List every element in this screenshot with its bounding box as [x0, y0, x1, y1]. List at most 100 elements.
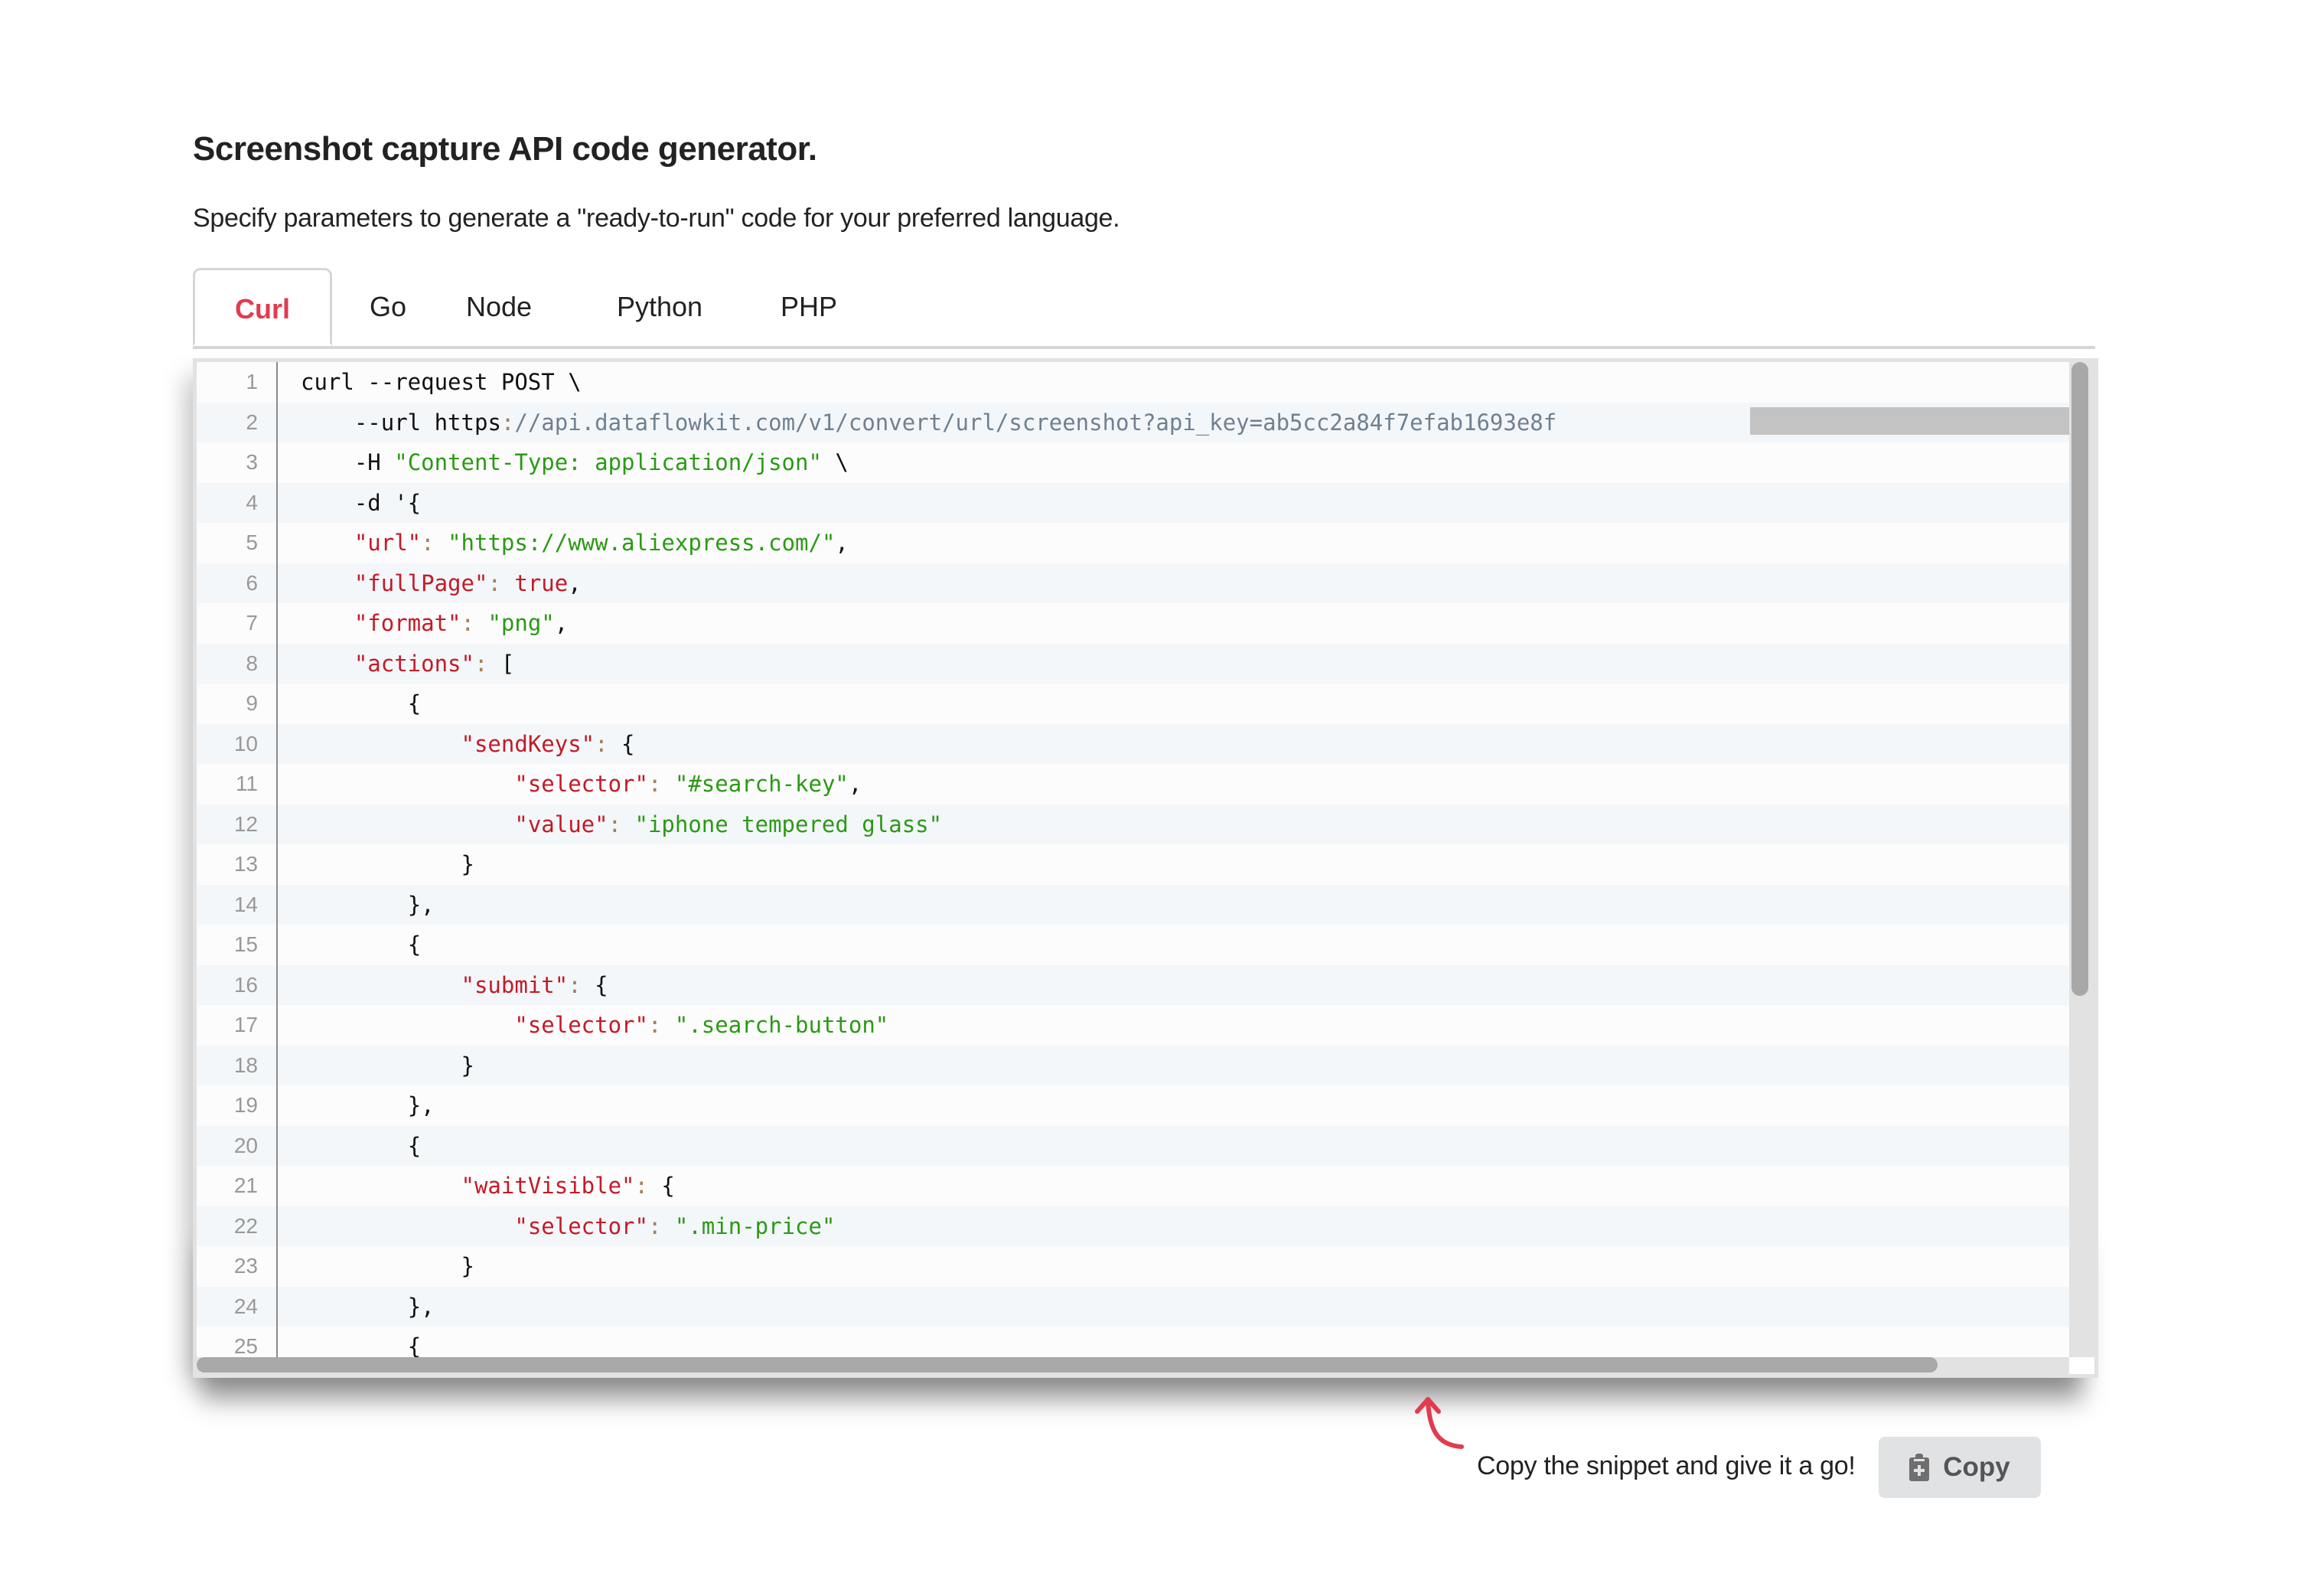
- code-token: "png": [487, 610, 555, 636]
- code-line: 22 "selector": ".min-price": [197, 1206, 2069, 1247]
- code-line: 4 -d '{: [197, 482, 2069, 524]
- code-text: "fullPage": true,: [301, 563, 582, 604]
- code-line: 8 "actions": [: [197, 643, 2069, 684]
- code-text: },: [301, 1085, 435, 1126]
- code-token: "Content-Type: application/json": [394, 449, 822, 475]
- code-token: {: [407, 1333, 422, 1359]
- scrollbar-corner: [2069, 1357, 2094, 1374]
- code-text: curl --request POST \: [301, 362, 582, 403]
- tab-python[interactable]: Python: [591, 268, 728, 346]
- code-token: "fullPage": [354, 570, 488, 596]
- code-line: 20 {: [197, 1125, 2069, 1167]
- code-token: {: [407, 690, 422, 716]
- line-number: 21: [233, 1173, 258, 1197]
- code-text: }: [301, 1246, 474, 1287]
- line-number: 20: [233, 1133, 258, 1157]
- line-number: 13: [233, 852, 258, 876]
- code-text: -d '{: [301, 483, 421, 524]
- code-token: :: [647, 1012, 675, 1038]
- code-token: "iphone tempered glass": [634, 811, 943, 837]
- tab-php[interactable]: PHP: [759, 268, 859, 346]
- line-number: 10: [233, 731, 258, 756]
- code-token: "url": [354, 530, 422, 556]
- tab-go[interactable]: Go: [338, 268, 438, 346]
- line-number: 7: [246, 611, 258, 635]
- code-line: 11 "selector": "#search-key",: [197, 764, 2069, 805]
- copy-button-label: Copy: [1943, 1452, 2010, 1482]
- code-text: "waitVisible": {: [301, 1166, 675, 1206]
- code-token: "selector": [514, 771, 648, 797]
- code-text: -H "Content-Type: application/json" \: [301, 442, 849, 483]
- horizontal-scrollbar-thumb[interactable]: [197, 1357, 1938, 1372]
- code-token: :: [608, 811, 635, 837]
- code-token: },: [407, 1092, 435, 1118]
- code-token: :: [421, 530, 448, 556]
- line-number: 16: [233, 972, 258, 997]
- line-number: 17: [233, 1013, 258, 1036]
- code-token: "selector": [514, 1213, 648, 1239]
- code-line: 15 {: [197, 925, 2069, 965]
- vertical-scrollbar-thumb[interactable]: [2071, 362, 2088, 996]
- code-line: 12 "value": "iphone tempered glass": [197, 804, 2069, 844]
- code-text: "url": "https://www.aliexpress.com/",: [301, 523, 849, 563]
- code-token: //api.dataflowkit.com/v1/convert/url/scr…: [514, 409, 1557, 436]
- code-text: "format": "png",: [301, 603, 568, 644]
- code-token: ,: [554, 610, 569, 636]
- code-token: curl --request POST \: [301, 369, 582, 395]
- code-token: {: [407, 1132, 422, 1159]
- code-text: {: [301, 1126, 421, 1167]
- line-number: 6: [246, 570, 258, 595]
- code-token: :: [461, 610, 488, 636]
- code-token: ,: [835, 530, 849, 556]
- line-number: 3: [246, 450, 258, 474]
- line-number: 22: [233, 1213, 258, 1238]
- code-line: 14 },: [197, 884, 2069, 925]
- tab-node[interactable]: Node: [438, 268, 560, 346]
- code-text: {: [301, 684, 421, 724]
- line-number: 9: [246, 691, 258, 715]
- code-token: "#search-key": [674, 771, 849, 797]
- code-line: 2 --url https://api.dataflowkit.com/v1/c…: [197, 402, 2094, 443]
- code-token: [: [500, 650, 515, 677]
- code-token: -H: [354, 449, 395, 475]
- code-text: --url https://api.dataflowkit.com/v1/con…: [301, 403, 1556, 443]
- line-number: 14: [233, 892, 258, 916]
- code-token: }: [461, 1253, 474, 1279]
- code-line: 13 }: [197, 844, 2069, 885]
- code-editor[interactable]: 1 curl --request POST \ 2 --url https://ap…: [193, 358, 2098, 1378]
- line-number: 15: [233, 932, 258, 956]
- line-number: 19: [233, 1093, 258, 1117]
- line-number: 5: [246, 530, 258, 554]
- line-number: 12: [233, 811, 258, 836]
- line-number: 4: [246, 490, 258, 514]
- code-line: 21 "waitVisible": {: [197, 1166, 2069, 1206]
- code-text: "sendKeys": {: [301, 724, 635, 765]
- copy-button[interactable]: Copy: [1879, 1437, 2041, 1498]
- code-line: 1 curl --request POST \: [197, 362, 2069, 403]
- horizontal-scrollbar[interactable]: [197, 1357, 2073, 1374]
- line-number: 11: [235, 772, 258, 795]
- code-token: ".search-button": [674, 1012, 889, 1038]
- code-text: }: [301, 1046, 474, 1086]
- page-subtitle: Specify parameters to generate a "ready-…: [193, 204, 1120, 233]
- code-text: "selector": ".min-price": [301, 1206, 835, 1247]
- code-text: "submit": {: [301, 965, 608, 1006]
- vertical-scrollbar[interactable]: [2069, 362, 2094, 1361]
- code-token: }: [461, 851, 474, 877]
- code-token: :: [634, 1173, 662, 1199]
- code-line: 23 }: [197, 1246, 2069, 1287]
- line-number: 18: [233, 1053, 258, 1077]
- tab-curl[interactable]: Curl: [193, 268, 332, 346]
- line-number: 24: [233, 1294, 258, 1318]
- code-line: 9 {: [197, 684, 2069, 724]
